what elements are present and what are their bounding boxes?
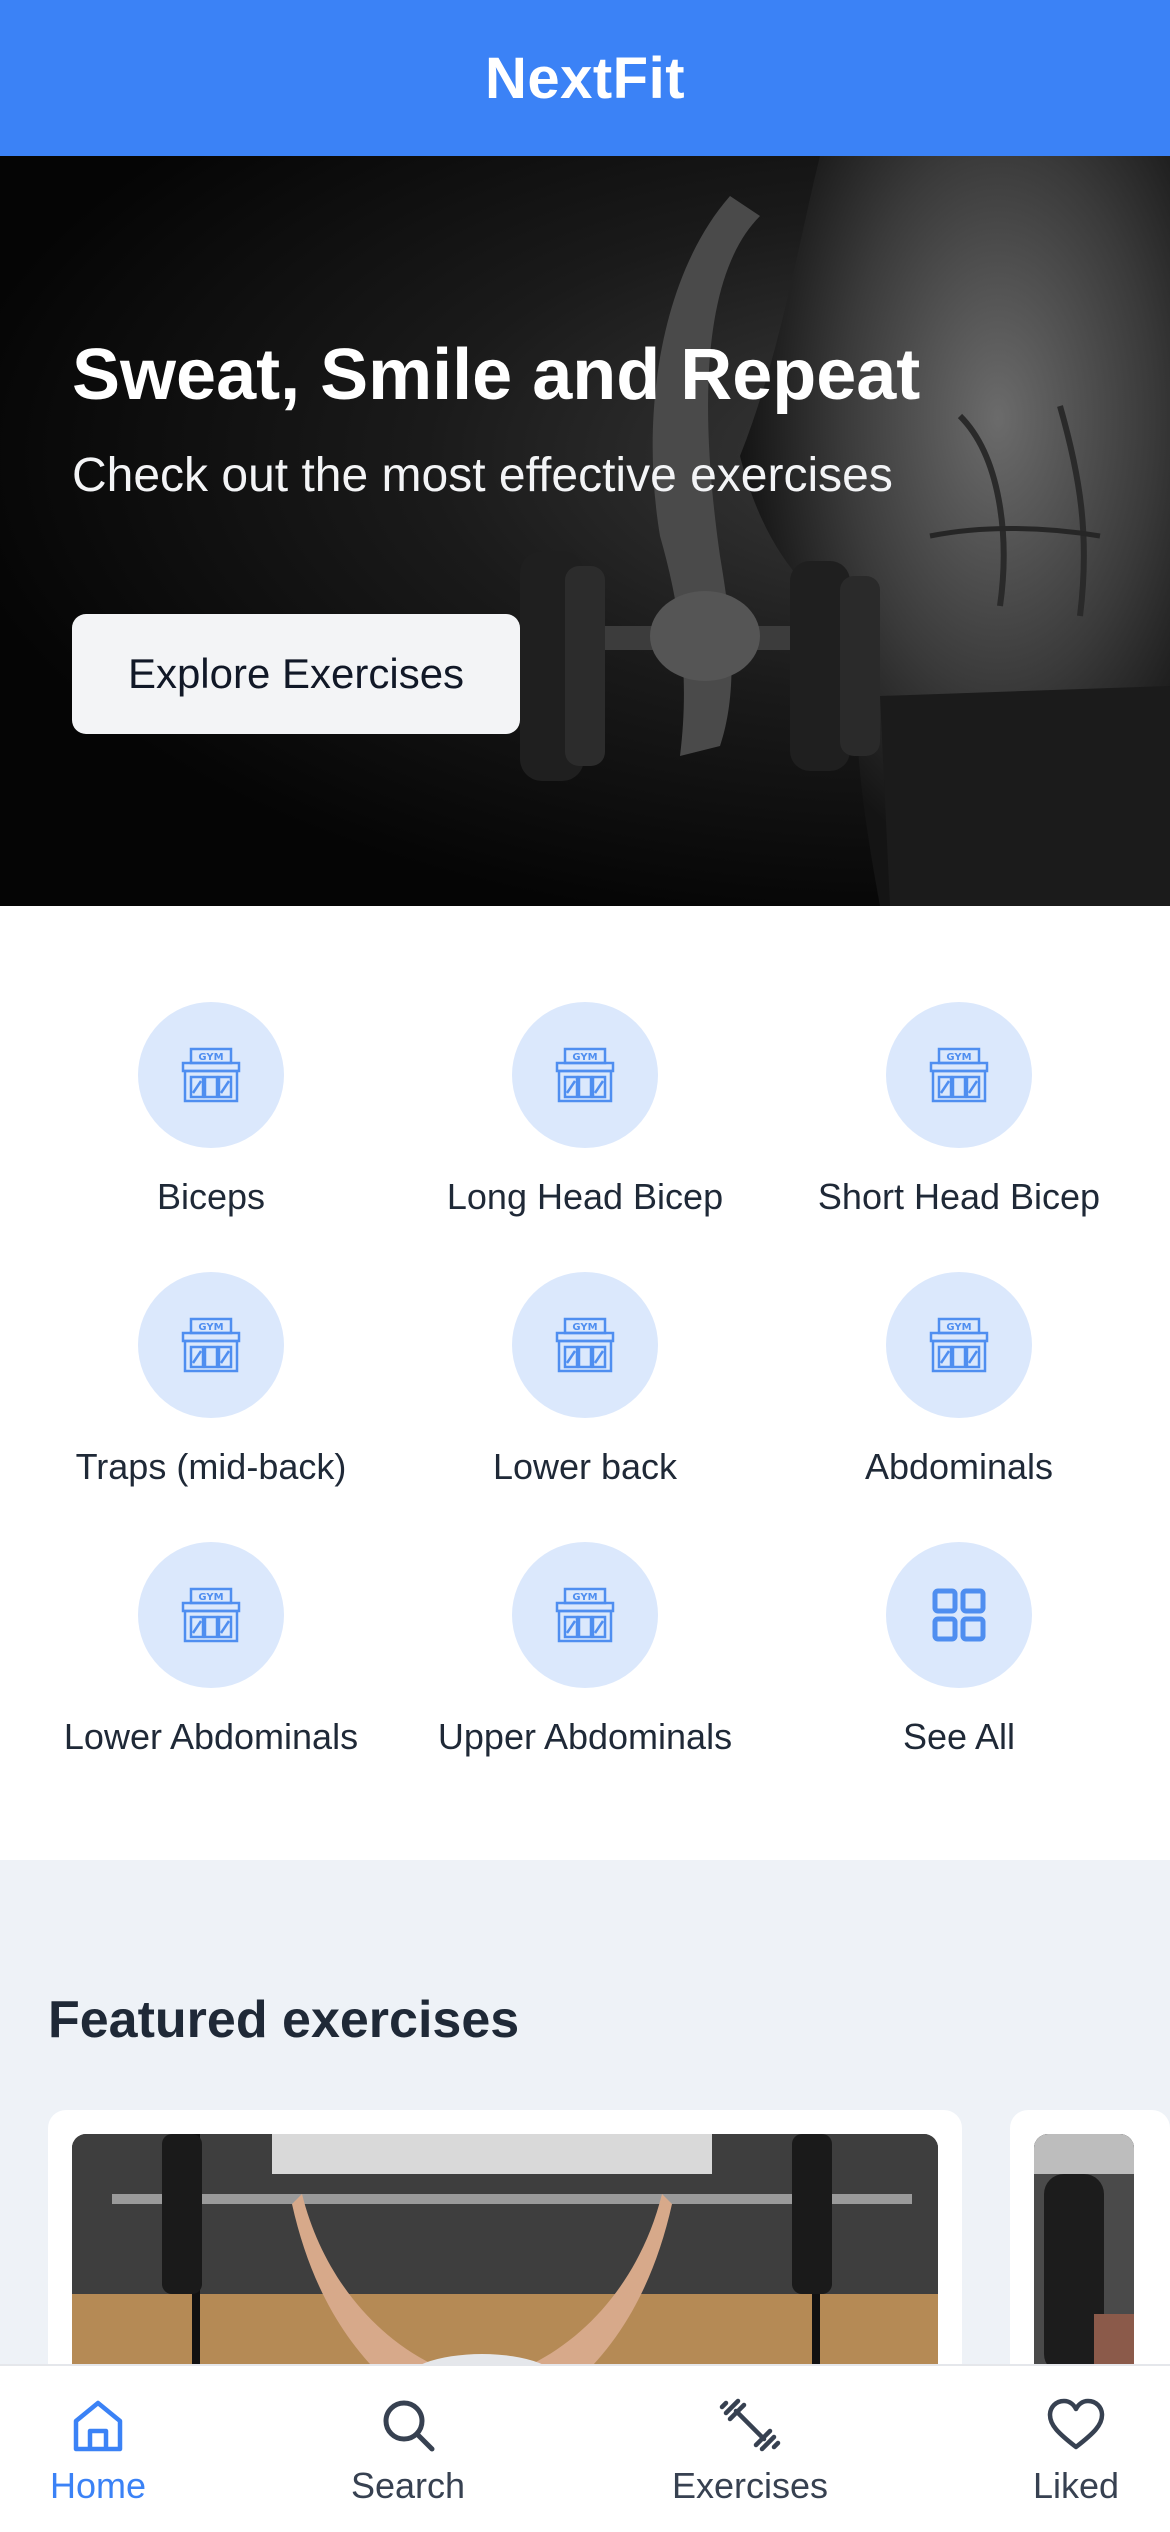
nav-liked[interactable]: Liked xyxy=(976,2366,1170,2532)
category-label: Upper Abdominals xyxy=(437,1716,733,1757)
svg-text:GYM: GYM xyxy=(946,1052,971,1063)
bottom-nav: Home Search Exercises Liked xyxy=(0,2364,1170,2532)
category-label: Lower back xyxy=(492,1446,678,1487)
exercise-thumbnail xyxy=(72,2134,938,2394)
heart-icon xyxy=(1047,2398,1105,2450)
nav-label: Liked xyxy=(1032,2465,1120,2506)
exercise-image xyxy=(1034,2134,1134,2394)
category-item-abdominals[interactable]: GYM Abdominals xyxy=(772,1272,1146,1512)
category-label: Lower Abdominals xyxy=(63,1716,359,1757)
hero-banner: Sweat, Smile and Repeat Check out the mo… xyxy=(0,156,1170,906)
gym-icon: GYM xyxy=(555,1317,615,1373)
category-item-lower-back[interactable]: GYM Lower back xyxy=(398,1272,772,1512)
gym-icon: GYM xyxy=(929,1317,989,1373)
nav-label: Search xyxy=(350,2465,466,2506)
nav-home[interactable]: Home xyxy=(0,2366,198,2532)
grid-icon xyxy=(932,1588,986,1642)
dumbbell-icon xyxy=(719,2398,781,2452)
nav-label: Exercises xyxy=(671,2465,829,2506)
nav-search[interactable]: Search xyxy=(308,2366,508,2532)
hero-athlete-image xyxy=(520,156,1170,906)
svg-text:GYM: GYM xyxy=(572,1322,597,1333)
category-item-long-head-bicep[interactable]: GYM Long Head Bicep xyxy=(398,1002,772,1242)
hero-title: Sweat, Smile and Repeat xyxy=(72,335,921,415)
svg-text:GYM: GYM xyxy=(198,1592,223,1603)
svg-text:GYM: GYM xyxy=(572,1052,597,1063)
home-icon xyxy=(73,2400,123,2452)
app-title: NextFit xyxy=(484,45,686,111)
hero-subtitle: Check out the most effective exercises xyxy=(72,449,893,502)
category-label: Abdominals xyxy=(864,1446,1054,1487)
featured-title: Featured exercises xyxy=(48,1991,520,2049)
category-label: Traps (mid-back) xyxy=(75,1446,347,1487)
category-icon-circle: GYM xyxy=(138,1272,284,1418)
see-all-button[interactable]: See All xyxy=(772,1542,1146,1782)
category-label: Long Head Bicep xyxy=(446,1176,724,1217)
svg-text:GYM: GYM xyxy=(198,1052,223,1063)
exercise-thumbnail xyxy=(1034,2134,1134,2394)
gym-icon: GYM xyxy=(181,1047,241,1103)
category-item-upper-abdominals[interactable]: GYM Upper Abdominals xyxy=(398,1542,772,1782)
svg-text:GYM: GYM xyxy=(198,1322,223,1333)
category-item-lower-abdominals[interactable]: GYM Lower Abdominals xyxy=(24,1542,398,1782)
category-item-biceps[interactable]: GYM Biceps xyxy=(24,1002,398,1242)
gym-icon: GYM xyxy=(555,1587,615,1643)
gym-icon: GYM xyxy=(929,1047,989,1103)
category-label: Biceps xyxy=(156,1176,266,1217)
category-icon-circle: GYM xyxy=(886,1272,1032,1418)
gym-icon: GYM xyxy=(555,1047,615,1103)
category-item-traps[interactable]: GYM Traps (mid-back) xyxy=(24,1272,398,1512)
bench-press-image xyxy=(72,2134,938,2394)
category-item-short-head-bicep[interactable]: GYM Short Head Bicep xyxy=(772,1002,1146,1242)
app-header: NextFit xyxy=(0,0,1170,156)
category-icon-circle: GYM xyxy=(512,1542,658,1688)
svg-text:GYM: GYM xyxy=(572,1592,597,1603)
category-icon-circle: GYM xyxy=(512,1272,658,1418)
category-label: Short Head Bicep xyxy=(817,1176,1101,1217)
gym-icon: GYM xyxy=(181,1317,241,1373)
explore-exercises-button[interactable]: Explore Exercises xyxy=(72,614,520,734)
category-icon-circle: GYM xyxy=(886,1002,1032,1148)
category-grid: GYM Biceps GYM Long Head Bicep GYM Short… xyxy=(0,906,1170,1860)
search-icon xyxy=(383,2400,435,2452)
nav-exercises[interactable]: Exercises xyxy=(650,2366,850,2532)
nav-label: Home xyxy=(49,2465,147,2506)
category-label: See All xyxy=(902,1716,1016,1757)
category-icon-circle: GYM xyxy=(138,1542,284,1688)
svg-text:GYM: GYM xyxy=(946,1322,971,1333)
gym-icon: GYM xyxy=(181,1587,241,1643)
category-icon-circle xyxy=(886,1542,1032,1688)
category-icon-circle: GYM xyxy=(138,1002,284,1148)
category-icon-circle: GYM xyxy=(512,1002,658,1148)
